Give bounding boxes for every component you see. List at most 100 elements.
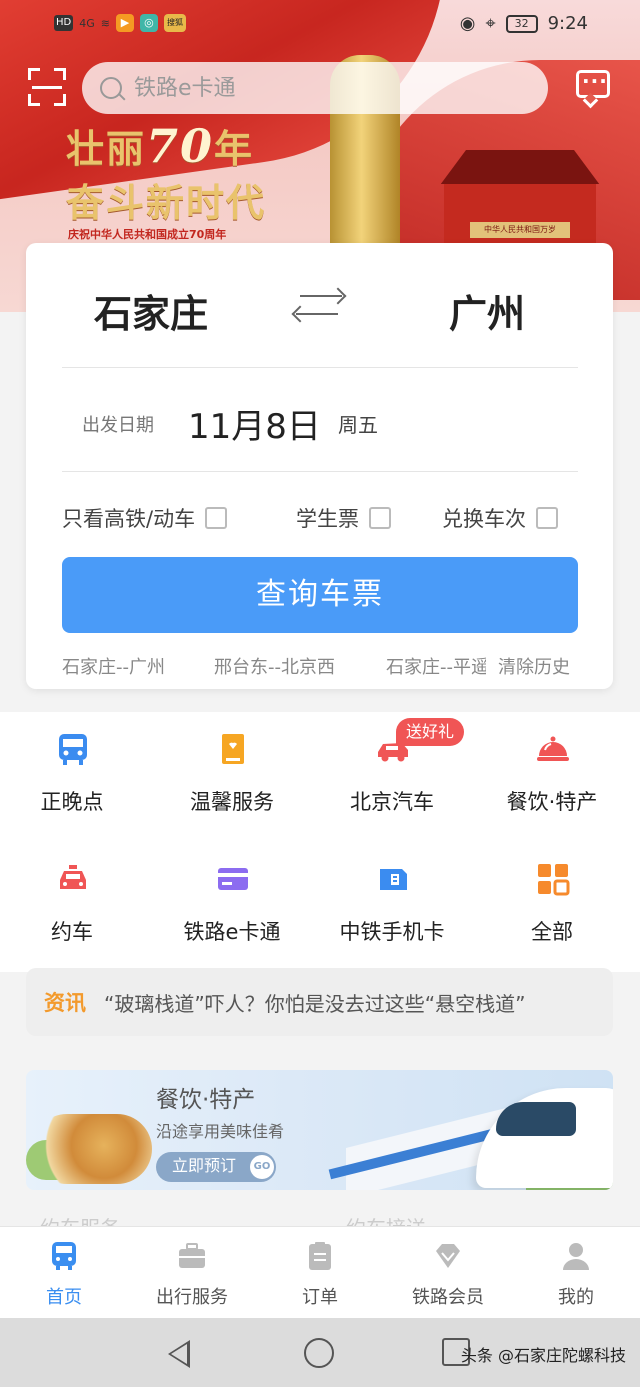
message-icon[interactable] bbox=[576, 69, 610, 98]
service-ecard[interactable]: 铁路e卡通 bbox=[152, 842, 312, 960]
hero-slogan-line1: 壮丽70年 bbox=[66, 118, 254, 173]
hero-slogan-line3: 庆祝中华人民共和国成立70周年 bbox=[68, 228, 227, 241]
service-ride[interactable]: 约车 bbox=[0, 842, 152, 960]
news-headline[interactable]: “玻璃栈道”吓人？你怕是没去过这些“悬空栈道” bbox=[104, 988, 525, 1017]
query-tickets-button[interactable]: 查询车票 bbox=[62, 557, 578, 633]
history-item[interactable]: 石家庄--广州 bbox=[62, 653, 192, 679]
gate-body bbox=[444, 184, 596, 250]
service-label: 北京汽车 bbox=[350, 790, 434, 814]
status-left: HD 4G ≋ ▶ ◎ 搜狐 bbox=[54, 14, 186, 32]
user-icon bbox=[563, 1243, 589, 1270]
option-student-ticket[interactable]: 学生票 bbox=[296, 503, 391, 533]
divider bbox=[62, 471, 578, 472]
tab-membership[interactable]: 铁路会员 bbox=[384, 1227, 512, 1319]
eye-icon: ◉ bbox=[459, 13, 476, 34]
service-label: 约车 bbox=[51, 920, 93, 944]
tab-orders[interactable]: 订单 bbox=[256, 1227, 384, 1319]
search-icon bbox=[100, 77, 122, 99]
slogan-part2: 年 bbox=[214, 126, 255, 171]
service-label: 中铁手机卡 bbox=[339, 920, 445, 944]
option-label: 只看高铁/动车 bbox=[62, 507, 196, 531]
bookmark-icon bbox=[222, 734, 244, 764]
service-label: 餐饮·特产 bbox=[506, 790, 598, 814]
service-delay-info[interactable]: 正晚点 bbox=[0, 712, 152, 830]
tab-label: 我的 bbox=[558, 1287, 594, 1308]
ticket-search-card: 石家庄 广州 出发日期 11月8日 周五 只看高铁/动车 学生票 兑换车次 查询… bbox=[26, 243, 613, 689]
wifi-icon: ≋ bbox=[100, 16, 110, 30]
bullet-train-image bbox=[326, 1078, 613, 1190]
go-badge: GO bbox=[250, 1155, 274, 1179]
card-icon bbox=[218, 868, 248, 890]
history-item[interactable]: 邢台东--北京西 bbox=[214, 653, 364, 679]
grid-icon bbox=[538, 864, 570, 896]
promo-banner[interactable]: 餐饮·特产 沿途享用美味佳肴 立即预订 GO bbox=[26, 1070, 613, 1190]
sohu-app-icon: 搜狐 bbox=[163, 14, 186, 32]
diamond-icon bbox=[436, 1244, 460, 1268]
student-checkbox[interactable] bbox=[369, 507, 391, 529]
news-ticker[interactable]: 资讯 “玻璃栈道”吓人？你怕是没去过这些“悬空栈道” bbox=[26, 968, 613, 1036]
option-highspeed-only[interactable]: 只看高铁/动车 bbox=[62, 503, 228, 533]
tab-label: 首页 bbox=[46, 1287, 82, 1308]
tab-label: 订单 bbox=[302, 1287, 338, 1308]
food-cover-icon bbox=[537, 736, 569, 761]
search-input[interactable] bbox=[134, 75, 514, 101]
news-tag: 资讯 bbox=[44, 991, 86, 1015]
gift-badge: 送好礼 bbox=[396, 718, 465, 746]
departure-station[interactable]: 石家庄 bbox=[94, 283, 208, 338]
slogan-70: 70 bbox=[146, 119, 215, 173]
service-warm[interactable]: 温馨服务 bbox=[152, 712, 312, 830]
promo-subtitle: 沿途享用美味佳肴 bbox=[156, 1122, 285, 1141]
tiananmen-gate-decoration: 中华人民共和国万岁 bbox=[430, 150, 610, 250]
clock: 9:24 bbox=[547, 13, 588, 34]
quick-services-grid: 正晚点 温馨服务 北京汽车 餐饮·特产 约车 铁路e卡通 中铁手机卡 全部 bbox=[0, 712, 640, 972]
departure-date[interactable]: 11月8日 bbox=[188, 399, 321, 448]
status-right: ◉ ⌖ 32 9:24 bbox=[460, 13, 588, 34]
tab-label: 铁路会员 bbox=[412, 1287, 484, 1308]
home-train-icon bbox=[52, 1242, 76, 1270]
tab-label: 出行服务 bbox=[156, 1287, 228, 1308]
service-label: 正晚点 bbox=[40, 790, 104, 814]
back-icon[interactable] bbox=[168, 1340, 190, 1368]
browser-app-icon: ◎ bbox=[139, 14, 158, 32]
swap-stations-icon[interactable] bbox=[292, 289, 346, 323]
service-label: 铁路e卡通 bbox=[183, 920, 281, 944]
tab-home[interactable]: 首页 bbox=[0, 1227, 128, 1319]
status-bar: HD 4G ≋ ▶ ◎ 搜狐 ◉ ⌖ 32 9:24 bbox=[0, 0, 640, 50]
divider bbox=[62, 367, 578, 368]
search-bar[interactable] bbox=[82, 62, 548, 114]
bottom-tab-bar: 首页 出行服务 订单 铁路会员 我的 bbox=[0, 1226, 640, 1318]
promo-title: 餐饮·特产 bbox=[156, 1087, 256, 1113]
clear-history-button[interactable]: 清除历史 bbox=[498, 653, 588, 679]
date-label: 出发日期 bbox=[82, 415, 154, 436]
service-all[interactable]: 全部 bbox=[472, 842, 632, 960]
gate-plaque: 中华人民共和国万岁 bbox=[470, 222, 570, 238]
option-label: 学生票 bbox=[296, 507, 359, 531]
weekday: 周五 bbox=[338, 413, 378, 437]
location-icon: ⌖ bbox=[485, 13, 496, 34]
exchange-checkbox[interactable] bbox=[536, 507, 558, 529]
briefcase-icon bbox=[179, 1243, 205, 1268]
service-sim[interactable]: 中铁手机卡 bbox=[312, 842, 472, 960]
option-exchange-train[interactable]: 兑换车次 bbox=[442, 503, 558, 533]
food-image bbox=[32, 1114, 152, 1184]
order-icon bbox=[309, 1242, 331, 1270]
hd-indicator: HD bbox=[54, 15, 74, 31]
service-label: 温馨服务 bbox=[190, 790, 274, 814]
highspeed-checkbox[interactable] bbox=[205, 507, 228, 529]
slogan-part1: 壮丽 bbox=[66, 126, 147, 171]
home-icon[interactable] bbox=[304, 1338, 334, 1368]
battery-icon: 32 bbox=[505, 14, 538, 33]
signal-indicator: 4G bbox=[79, 16, 95, 30]
tab-me[interactable]: 我的 bbox=[512, 1227, 640, 1319]
video-app-icon: ▶ bbox=[115, 14, 134, 32]
gate-roof bbox=[440, 150, 600, 184]
history-item[interactable]: 石家庄--平遥 bbox=[386, 653, 486, 679]
service-food[interactable]: 餐饮·特产 bbox=[472, 712, 632, 830]
taxi-icon bbox=[60, 865, 86, 889]
arrival-station[interactable]: 广州 bbox=[449, 283, 525, 338]
scan-icon[interactable] bbox=[28, 68, 66, 106]
option-label: 兑换车次 bbox=[442, 507, 526, 531]
hero-slogan-line2: 奋斗新时代 bbox=[66, 180, 267, 225]
system-navigation-bar: 头条 @石家庄陀螺科技 bbox=[0, 1318, 640, 1387]
tab-travel-service[interactable]: 出行服务 bbox=[128, 1227, 256, 1319]
